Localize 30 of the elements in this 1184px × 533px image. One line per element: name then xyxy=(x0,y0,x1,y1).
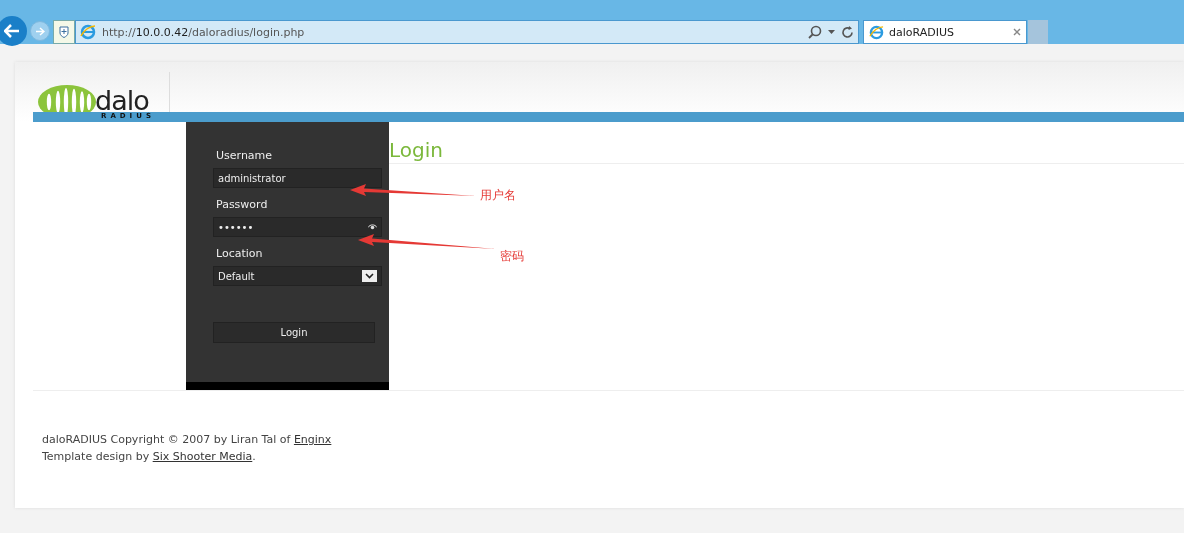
dropdown-icon[interactable] xyxy=(828,30,835,34)
address-bar[interactable]: http://10.0.0.42/daloradius/login.php xyxy=(75,20,859,44)
forward-arrow-icon xyxy=(35,26,45,36)
username-field[interactable]: administrator xyxy=(213,168,382,188)
field-label: Location xyxy=(216,247,264,260)
footer-text: Template design by Six Shooter Media. xyxy=(42,450,257,463)
login-button[interactable]: Login xyxy=(213,322,375,343)
url-text: http://10.0.0.42/daloradius/login.php xyxy=(102,25,306,39)
field-label: Username xyxy=(216,149,274,162)
field-label: Password xyxy=(216,198,269,211)
browser-logo-icon xyxy=(869,24,884,40)
refresh-icon[interactable] xyxy=(841,25,854,39)
browser-logo-icon xyxy=(80,24,96,40)
shield-icon[interactable] xyxy=(53,20,75,44)
page-heading: Login xyxy=(389,138,443,162)
close-icon[interactable] xyxy=(1013,28,1021,36)
tab-title: daloRADIUS xyxy=(889,25,955,39)
logo-text: dalo xyxy=(95,89,149,113)
browser-tab[interactable]: daloRADIUS xyxy=(863,20,1027,44)
back-button[interactable] xyxy=(0,16,27,46)
password-field[interactable]: •••••• xyxy=(213,217,382,237)
footer-link[interactable]: Enginx xyxy=(293,433,332,446)
annotation-label: 用户名 xyxy=(480,187,516,204)
search-icon[interactable] xyxy=(808,25,822,39)
eye-icon[interactable] xyxy=(368,224,377,230)
back-arrow-icon xyxy=(4,24,20,38)
chevron-down-icon[interactable] xyxy=(362,270,377,282)
location-select[interactable]: Default xyxy=(213,266,382,286)
annotation-label: 密码 xyxy=(500,248,524,265)
footer-text: daloRADIUS Copyright © 2007 by Liran Tal of Enginx xyxy=(42,433,333,446)
